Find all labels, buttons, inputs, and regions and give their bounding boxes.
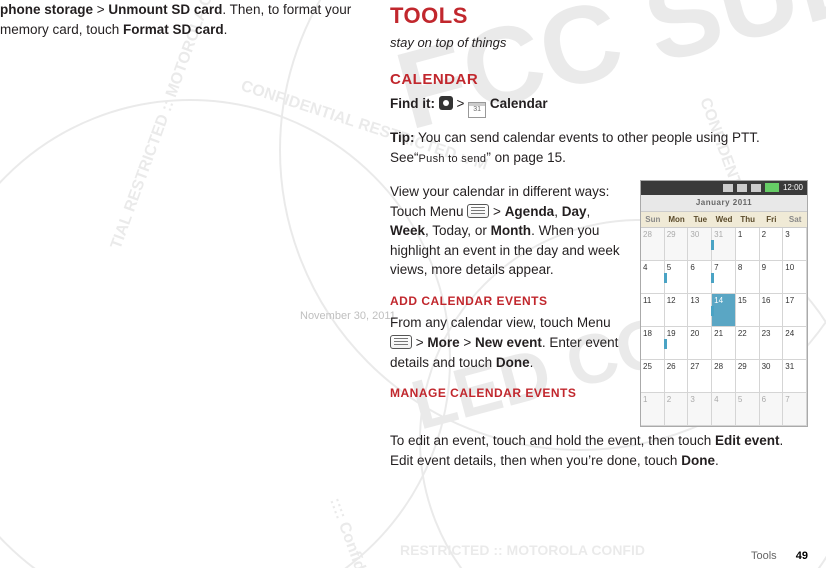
- tools-heading: Tools: [390, 0, 808, 32]
- day-of-week-row: SunMonTueWedThuFriSat: [641, 212, 807, 229]
- signal-icon: [751, 184, 761, 192]
- manage-events-paragraph: To edit an event, touch and hold the eve…: [390, 431, 808, 470]
- status-time: 12:00: [783, 182, 803, 194]
- calendar-cell[interactable]: 20: [688, 327, 712, 360]
- unmount-sd-label: Unmount SD card: [108, 2, 222, 17]
- calendar-cell[interactable]: 10: [783, 261, 807, 294]
- add-events-heading: Add calendar events: [390, 294, 626, 310]
- status-bar: 12:00: [641, 181, 807, 195]
- calendar-cell[interactable]: 7: [712, 261, 736, 294]
- event-indicator: [664, 273, 667, 283]
- menu-icon: [390, 335, 412, 349]
- calendar-cell[interactable]: 29: [736, 360, 760, 393]
- battery-icon: [765, 183, 779, 192]
- calendar-cell[interactable]: 25: [641, 360, 665, 393]
- calendar-heading: Calendar: [390, 69, 808, 91]
- calendar-grid: 2829303112345678910111213141516171819202…: [641, 228, 807, 426]
- calendar-cell[interactable]: 28: [712, 360, 736, 393]
- calendar-cell[interactable]: 16: [760, 294, 784, 327]
- calendar-cell[interactable]: 1: [641, 393, 665, 426]
- right-column: Tools stay on top of things Calendar Fin…: [390, 0, 808, 556]
- event-indicator: [711, 306, 714, 316]
- volume-icon: [723, 184, 733, 192]
- calendar-cell[interactable]: 31: [712, 228, 736, 261]
- calendar-cell[interactable]: 12: [665, 294, 689, 327]
- dow-cell: Tue: [688, 212, 712, 228]
- phone-storage-label: phone storage: [0, 2, 93, 17]
- calendar-cell[interactable]: 22: [736, 327, 760, 360]
- calendar-cell[interactable]: 5: [736, 393, 760, 426]
- calendar-cell[interactable]: 23: [760, 327, 784, 360]
- left-column: phone storage > Unmount SD card. Then, t…: [0, 0, 390, 556]
- push-to-send-label: Push to send: [419, 153, 487, 165]
- manage-events-heading: Manage calendar events: [390, 386, 626, 402]
- tools-tagline: stay on top of things: [390, 34, 808, 53]
- calendar-cell[interactable]: 26: [665, 360, 689, 393]
- calendar-cell[interactable]: 28: [641, 228, 665, 261]
- calendar-cell[interactable]: 4: [712, 393, 736, 426]
- calendar-cell[interactable]: 6: [760, 393, 784, 426]
- dow-cell: Mon: [665, 212, 689, 228]
- dow-cell: Fri: [760, 212, 784, 228]
- calendar-cell[interactable]: 31: [783, 360, 807, 393]
- calendar-cell[interactable]: 1: [736, 228, 760, 261]
- calendar-cell[interactable]: 11: [641, 294, 665, 327]
- event-indicator: [711, 273, 714, 283]
- calendar-cell[interactable]: 8: [736, 261, 760, 294]
- calendar-cell[interactable]: 2: [665, 393, 689, 426]
- calendar-cell[interactable]: 27: [688, 360, 712, 393]
- calendar-cell[interactable]: 9: [760, 261, 784, 294]
- calendar-cell[interactable]: 30: [688, 228, 712, 261]
- dow-cell: Sat: [783, 212, 807, 228]
- add-events-paragraph: From any calendar view, touch Menu > Mor…: [390, 313, 626, 372]
- calendar-cell[interactable]: 15: [736, 294, 760, 327]
- calendar-cell-today[interactable]: 14: [712, 294, 736, 327]
- calendar-cell[interactable]: 21: [712, 327, 736, 360]
- calendar-cell[interactable]: 3: [688, 393, 712, 426]
- dow-cell: Sun: [641, 212, 665, 228]
- calendar-cell[interactable]: 17: [783, 294, 807, 327]
- dow-cell: Wed: [712, 212, 736, 228]
- calendar-cell[interactable]: 3: [783, 228, 807, 261]
- calendar-cell[interactable]: 29: [665, 228, 689, 261]
- calendar-cell[interactable]: 19: [665, 327, 689, 360]
- menu-icon: [467, 204, 489, 218]
- calendar-cell[interactable]: 13: [688, 294, 712, 327]
- tip-paragraph: Tip: You can send calendar events to oth…: [390, 128, 808, 168]
- home-icon: [439, 96, 453, 110]
- calendar-cell[interactable]: 2: [760, 228, 784, 261]
- calendar-phone-mock: 12:00 January 2011 SunMonTueWedThuFriSat…: [640, 180, 808, 427]
- event-indicator: [664, 339, 667, 349]
- event-indicator: [711, 240, 714, 250]
- calendar-icon: 31: [468, 102, 486, 118]
- dow-cell: Thu: [736, 212, 760, 228]
- view-calendar-paragraph: View your calendar in different ways: To…: [390, 182, 626, 280]
- calendar-cell[interactable]: 30: [760, 360, 784, 393]
- calendar-cell[interactable]: 5: [665, 261, 689, 294]
- month-title: January 2011: [641, 195, 807, 212]
- calendar-cell[interactable]: 6: [688, 261, 712, 294]
- calendar-cell[interactable]: 7: [783, 393, 807, 426]
- format-sd-label: Format SD card: [123, 22, 224, 37]
- sd-card-paragraph: phone storage > Unmount SD card. Then, t…: [0, 0, 360, 39]
- calendar-cell[interactable]: 24: [783, 327, 807, 360]
- network-icon: [737, 184, 747, 192]
- calendar-cell[interactable]: 18: [641, 327, 665, 360]
- find-it-line: Find it: > 31 Calendar: [390, 94, 808, 118]
- calendar-cell[interactable]: 4: [641, 261, 665, 294]
